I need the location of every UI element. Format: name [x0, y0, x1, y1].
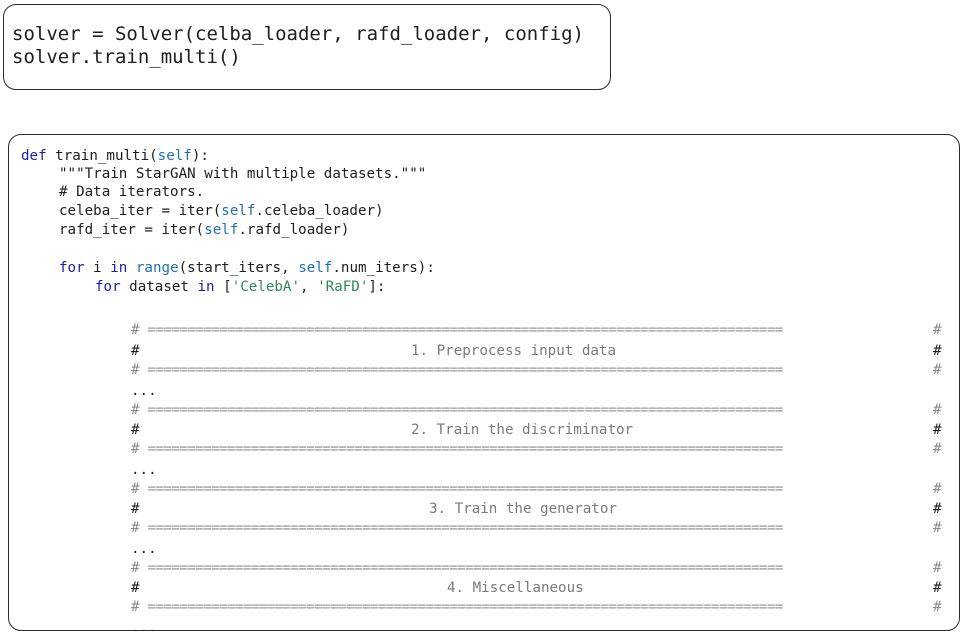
section-4-right-hash: #	[933, 580, 942, 596]
section-1-top-rule: # =======================================…	[131, 322, 942, 338]
section-3-title: 3. Train the generator	[429, 501, 617, 517]
code-line-solver-init: solver = Solver(celba_loader, rafd_loade…	[12, 23, 584, 45]
section-2-bottom-rule: # =======================================…	[131, 441, 942, 457]
section-1-right-hash: #	[933, 343, 942, 359]
section-1-title: 1. Preprocess input data	[411, 343, 616, 359]
ellipsis-1: ...	[131, 383, 157, 399]
solver-usage-code-box: solver = Solver(celba_loader, rafd_loade…	[3, 4, 611, 90]
section-3-left-hash: #	[131, 501, 140, 517]
section-4-bottom-rule: # =======================================…	[131, 599, 942, 615]
section-3-right-hash: #	[933, 501, 942, 517]
ellipsis-2: ...	[131, 462, 157, 478]
section-2-title: 2. Train the discriminator	[411, 422, 634, 438]
section-2-right-hash: #	[933, 422, 942, 438]
code-line-train-call: solver.train_multi()	[12, 46, 241, 68]
section-2-left-hash: #	[131, 422, 140, 438]
code-line-comment: # Data iterators.	[59, 184, 205, 200]
code-line-def: def train_multi(self):	[21, 148, 209, 164]
code-line-for-dataset: for dataset in ['CelebA', 'RaFD']:	[95, 279, 386, 295]
section-4-left-hash: #	[131, 580, 140, 596]
section-4-top-rule: # =======================================…	[131, 560, 942, 576]
ellipsis-3: ...	[131, 541, 157, 557]
ellipsis-4: ...	[131, 620, 157, 631]
section-1-left-hash: #	[131, 343, 140, 359]
section-3-bottom-rule: # =======================================…	[131, 520, 942, 536]
section-4-title: 4. Miscellaneous	[447, 580, 584, 596]
section-3-top-rule: # =======================================…	[131, 481, 942, 497]
code-line-celeba-iter: celeba_iter = iter(self.celeba_loader)	[59, 203, 384, 219]
code-line-docstring: """Train StarGAN with multiple datasets.…	[59, 166, 427, 182]
code-line-for-iters: for i in range(start_iters, self.num_ite…	[59, 260, 435, 276]
train-multi-code-box: def train_multi(self): """Train StarGAN …	[8, 134, 960, 631]
section-2-top-rule: # =======================================…	[131, 402, 942, 418]
code-line-rafd-iter: rafd_iter = iter(self.rafd_loader)	[59, 222, 350, 238]
section-1-bottom-rule: # =======================================…	[131, 362, 942, 378]
